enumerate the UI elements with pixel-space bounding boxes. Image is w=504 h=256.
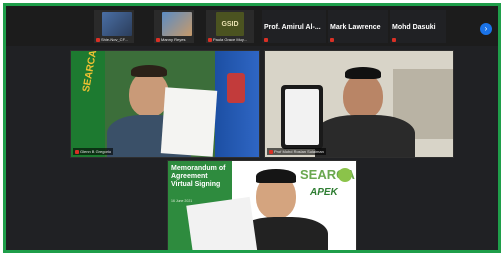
slide-title: Memorandum of Agreement Virtual Signing (171, 165, 226, 188)
mic-muted-icon (156, 37, 160, 42)
participant-label: Shie-Nov_CF... (96, 37, 128, 42)
mic-muted-icon (264, 38, 268, 42)
blue-flag (215, 51, 259, 157)
participant-name: Prof Mohd Roslan Sulaiman (274, 149, 324, 154)
participant-name-tile[interactable]: Mohd Dasuki (390, 10, 446, 43)
mic-muted-icon (269, 149, 273, 154)
participant-thumbnail[interactable]: Manny Reyes (154, 10, 194, 43)
participant-name: Paula Grace Muy... (213, 37, 247, 42)
participant-name: Prof. Amirul Al-... (264, 24, 321, 31)
participant-body (315, 115, 415, 157)
participant-label: Manny Reyes (156, 37, 185, 42)
next-page-arrow-icon[interactable]: › (480, 23, 492, 35)
video-tile[interactable]: Prof Mohd Roslan Sulaiman (264, 50, 454, 158)
participant-video (102, 12, 132, 36)
partner-logo-icon (338, 168, 352, 182)
video-tile[interactable]: SEARCA Glenn B Gregorio (70, 50, 260, 158)
signed-document (160, 87, 218, 157)
participant-thumbnail[interactable]: GSID Paula Grace Muy... (206, 10, 254, 43)
participant-name: Mark Lawrence (330, 24, 381, 31)
mic-muted-icon (208, 37, 212, 42)
participant-video (162, 12, 192, 36)
participant-thumbnail[interactable]: Shie-Nov_CF... (94, 10, 134, 43)
participant-name: Manny Reyes (161, 37, 186, 42)
participant-label: Paula Grace Muy... (208, 37, 247, 42)
participant-name-tile[interactable]: Mark Lawrence (328, 10, 388, 43)
participant-cap (345, 67, 381, 79)
meeting-window: Shie-Nov_CF... Manny Reyes GSID Paula Gr… (3, 3, 501, 253)
participant-hair (131, 65, 167, 77)
participant-label: Prof Mohd Roslan Sulaiman (267, 148, 326, 155)
phone-screen (285, 89, 319, 145)
slide-date: 16 June 2021 (171, 199, 193, 203)
participant-name-tile[interactable]: Prof. Amirul Al-... (262, 10, 326, 43)
mic-muted-icon (96, 37, 100, 42)
participant-name: Shie-Nov_CF... (101, 37, 128, 42)
participant-video: GSID (216, 12, 244, 36)
mic-muted-icon (330, 38, 334, 42)
signed-document (186, 196, 258, 250)
participant-name: Mohd Dasuki (392, 24, 436, 31)
participant-name: Glenn B Gregorio (80, 149, 112, 154)
participant-face (343, 73, 383, 119)
participant-label: Glenn B Gregorio (73, 148, 114, 155)
apek-logo: APEK (310, 187, 338, 198)
participants-strip: Shie-Nov_CF... Manny Reyes GSID Paula Gr… (6, 6, 498, 46)
gsid-logo: GSID (221, 20, 239, 28)
mic-muted-icon (75, 149, 79, 154)
participant-hair (256, 169, 296, 183)
mic-muted-icon (392, 38, 396, 42)
flag-emblem (227, 73, 245, 103)
video-tile[interactable]: Memorandum of Agreement Virtual Signing … (167, 160, 357, 250)
